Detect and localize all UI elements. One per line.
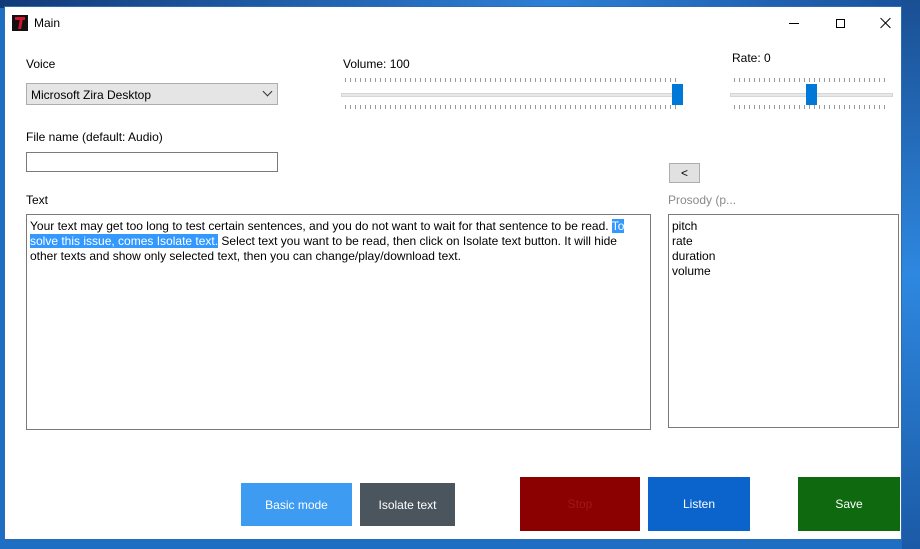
rate-ticks-bottom: [734, 105, 889, 109]
file-name-label: File name (default: Audio): [26, 130, 163, 144]
volume-label: Volume: 100: [343, 57, 410, 71]
prosody-label: Prosody (p...: [668, 193, 737, 207]
desktop-background-edge: [902, 0, 920, 549]
volume-thumb[interactable]: [672, 84, 683, 105]
back-button[interactable]: <: [669, 163, 700, 183]
minimize-icon: [789, 22, 799, 24]
text-before-selection: Your text may get too long to test certa…: [30, 219, 612, 233]
basic-mode-button[interactable]: Basic mode: [241, 483, 352, 526]
volume-slider[interactable]: [341, 77, 683, 109]
text-editor[interactable]: Your text may get too long to test certa…: [26, 214, 651, 430]
prosody-item-volume[interactable]: volume: [672, 264, 895, 279]
prosody-item-rate[interactable]: rate: [672, 234, 895, 249]
prosody-list[interactable]: pitch rate duration volume: [668, 214, 899, 428]
maximize-button[interactable]: [817, 7, 863, 39]
rate-label: Rate: 0: [732, 51, 771, 65]
text-line3: other texts and show only selected text,…: [30, 249, 461, 263]
volume-ticks-top: [345, 78, 679, 82]
maximize-icon: [835, 18, 845, 28]
chevron-down-icon: [262, 86, 273, 97]
save-button[interactable]: Save: [798, 477, 900, 531]
text-label: Text: [26, 193, 49, 207]
stop-button[interactable]: Stop: [520, 477, 640, 531]
close-icon: [880, 17, 892, 29]
file-name-input[interactable]: [26, 152, 278, 172]
voice-select[interactable]: Microsoft Zira Desktop: [26, 83, 278, 105]
volume-track: [341, 93, 683, 97]
prosody-item-pitch[interactable]: pitch: [672, 219, 895, 234]
rate-slider[interactable]: [730, 77, 893, 109]
selected-text-part2: solve this issue, comes Isolate text.: [30, 234, 219, 248]
main-window: Main Voice Microsoft Zira Desktop Volume…: [4, 6, 902, 540]
window-title: Main: [34, 16, 61, 30]
isolate-text-button[interactable]: Isolate text: [360, 483, 455, 526]
text-after-selection: Select text you want to be read, then cl…: [218, 234, 617, 248]
rate-ticks-top: [734, 78, 889, 82]
minimize-button[interactable]: [771, 7, 817, 39]
selected-text-part1: To: [611, 219, 625, 233]
title-bar[interactable]: Main: [5, 7, 901, 39]
voice-select-value: Microsoft Zira Desktop: [31, 88, 152, 102]
prosody-item-duration[interactable]: duration: [672, 249, 895, 264]
close-button[interactable]: [863, 7, 909, 39]
listen-button[interactable]: Listen: [648, 477, 750, 531]
voice-label: Voice: [26, 57, 56, 71]
volume-ticks-bottom: [345, 105, 679, 109]
rate-thumb[interactable]: [806, 84, 817, 105]
app-icon: [12, 15, 28, 31]
